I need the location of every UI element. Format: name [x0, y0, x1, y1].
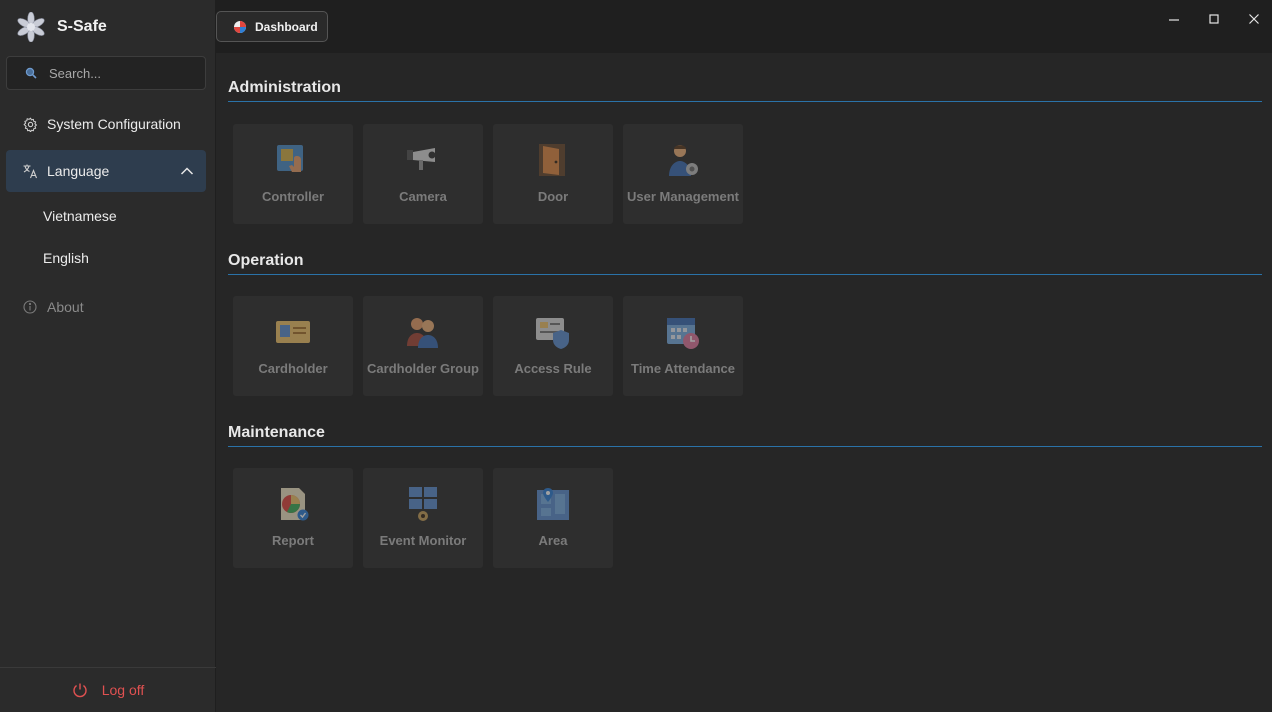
door-icon	[539, 144, 565, 176]
search-input[interactable]	[49, 65, 199, 81]
maximize-button[interactable]	[1205, 10, 1223, 28]
tile-user-management[interactable]: User Management	[623, 124, 743, 224]
sidebar-item-about[interactable]: About	[6, 286, 206, 328]
logoff-label: Log off	[101, 682, 145, 698]
tile-label: Area	[538, 533, 568, 548]
tab-label: Dashboard	[255, 19, 318, 34]
search-box[interactable]	[6, 56, 206, 90]
minimize-icon	[1169, 19, 1179, 21]
section-divider	[228, 274, 1262, 275]
tile-controller[interactable]: Controller	[233, 124, 353, 224]
section-title-administration: Administration	[228, 79, 341, 96]
access-rule-icon	[536, 318, 569, 349]
close-button[interactable]	[1245, 10, 1263, 28]
tile-event-monitor[interactable]: Event Monitor	[363, 468, 483, 568]
tile-cardholder-group[interactable]: Cardholder Group	[363, 296, 483, 396]
tile-label: Camera	[399, 189, 447, 204]
maximize-icon	[1209, 14, 1219, 24]
tile-label: Report	[272, 533, 314, 548]
section-divider	[228, 101, 1262, 102]
time-attendance-icon	[667, 318, 699, 349]
user-management-icon	[669, 145, 698, 176]
title-bar: Dashboard	[216, 0, 1272, 53]
controller-icon	[277, 145, 303, 172]
language-option-english[interactable]: English	[43, 250, 89, 266]
info-icon	[22, 299, 38, 315]
tab-dashboard[interactable]: Dashboard	[216, 11, 328, 42]
tile-label: Controller	[261, 189, 325, 204]
app-window: S-Safe System Configuration Language Vie…	[0, 0, 1272, 712]
sidebar-item-system-configuration[interactable]: System Configuration	[6, 103, 206, 145]
logoff-button[interactable]: Log off	[72, 682, 145, 698]
chevron-up-icon[interactable]	[180, 164, 194, 178]
tile-cardholder[interactable]: Cardholder	[233, 296, 353, 396]
dashboard-icon	[234, 20, 246, 33]
section-divider	[228, 446, 1262, 447]
power-icon	[73, 683, 87, 698]
app-logo-icon	[17, 12, 45, 42]
tile-label: Cardholder	[258, 361, 328, 376]
tile-label: Time Attendance	[630, 361, 736, 376]
cardholder-group-icon	[407, 318, 438, 348]
section-title-operation: Operation	[228, 252, 304, 269]
tile-door[interactable]: Door	[493, 124, 613, 224]
app-name: S-Safe	[57, 18, 107, 35]
report-icon	[281, 488, 309, 521]
sidebar: S-Safe System Configuration Language Vie…	[0, 0, 216, 712]
area-icon	[537, 488, 569, 520]
tile-label: Access Rule	[514, 361, 592, 376]
tile-area[interactable]: Area	[493, 468, 613, 568]
cardholder-icon	[276, 321, 310, 343]
sidebar-item-label: Language	[47, 163, 110, 179]
logoff-area: Log off	[0, 667, 216, 712]
sidebar-item-label: System Configuration	[47, 116, 181, 132]
minimize-button[interactable]	[1165, 10, 1183, 28]
sidebar-item-label: About	[47, 299, 84, 315]
close-icon	[1249, 14, 1259, 24]
language-option-vietnamese[interactable]: Vietnamese	[43, 208, 117, 224]
tile-report[interactable]: Report	[233, 468, 353, 568]
tile-label: Event Monitor	[379, 533, 467, 548]
sidebar-item-language[interactable]: Language	[6, 150, 206, 192]
tile-access-rule[interactable]: Access Rule	[493, 296, 613, 396]
dashboard-main: Administration Controller Camera Door Us…	[216, 53, 1272, 712]
tile-camera[interactable]: Camera	[363, 124, 483, 224]
tile-label: Door	[537, 189, 569, 204]
language-icon	[22, 163, 38, 179]
gear-icon	[22, 116, 38, 132]
section-title-maintenance: Maintenance	[228, 424, 325, 441]
tile-time-attendance[interactable]: Time Attendance	[623, 296, 743, 396]
search-icon	[25, 67, 37, 79]
tile-label: User Management	[627, 189, 739, 204]
brand: S-Safe	[16, 11, 107, 43]
tile-label: Cardholder Group	[367, 361, 479, 376]
event-monitor-icon	[409, 487, 437, 521]
camera-icon	[407, 148, 436, 170]
